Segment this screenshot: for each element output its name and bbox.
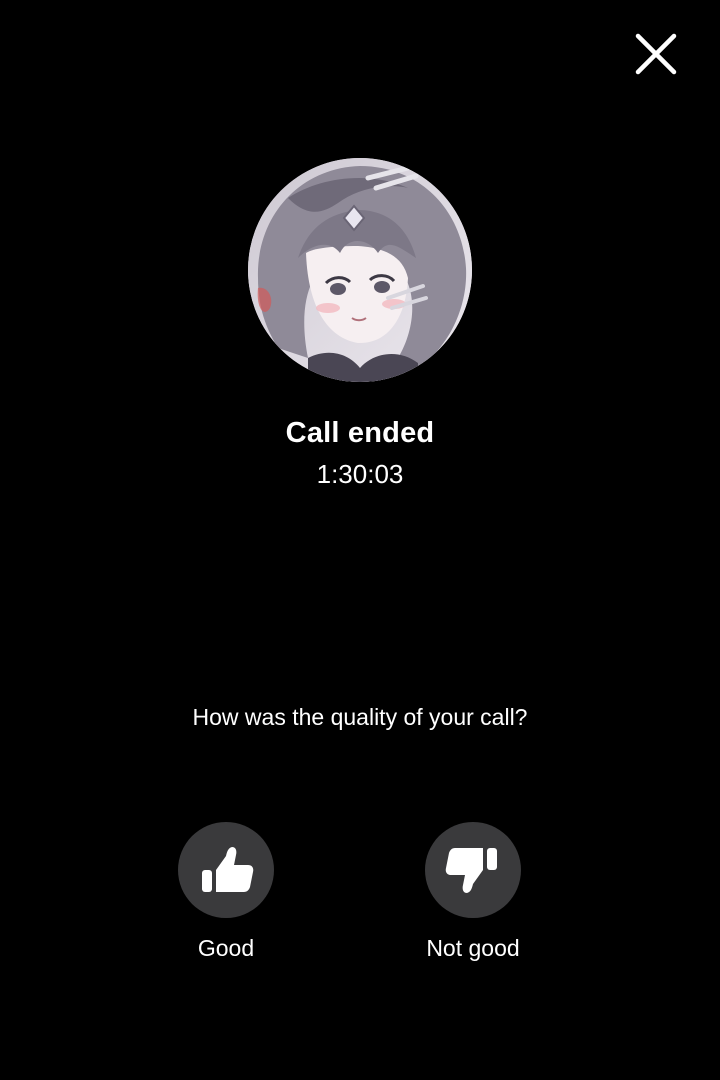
not-good-label: Not good bbox=[426, 935, 520, 961]
good-label: Good bbox=[197, 935, 255, 961]
call-status: Call ended bbox=[285, 417, 435, 449]
quality-question: How was the quality of your call? bbox=[192, 704, 528, 730]
close-icon bbox=[635, 33, 677, 75]
thumbs-up-icon bbox=[202, 847, 254, 892]
call-duration: 1:30:03 bbox=[316, 459, 404, 489]
good-rating-button[interactable]: Good bbox=[161, 822, 291, 962]
avatar bbox=[248, 158, 472, 382]
not-good-rating-button[interactable]: Not good bbox=[408, 822, 538, 962]
avatar-illustration bbox=[248, 158, 472, 382]
good-rating-circle[interactable] bbox=[178, 822, 274, 918]
close-button[interactable] bbox=[628, 26, 684, 82]
not-good-rating-circle[interactable] bbox=[425, 822, 521, 918]
thumbs-down-icon bbox=[445, 848, 497, 893]
